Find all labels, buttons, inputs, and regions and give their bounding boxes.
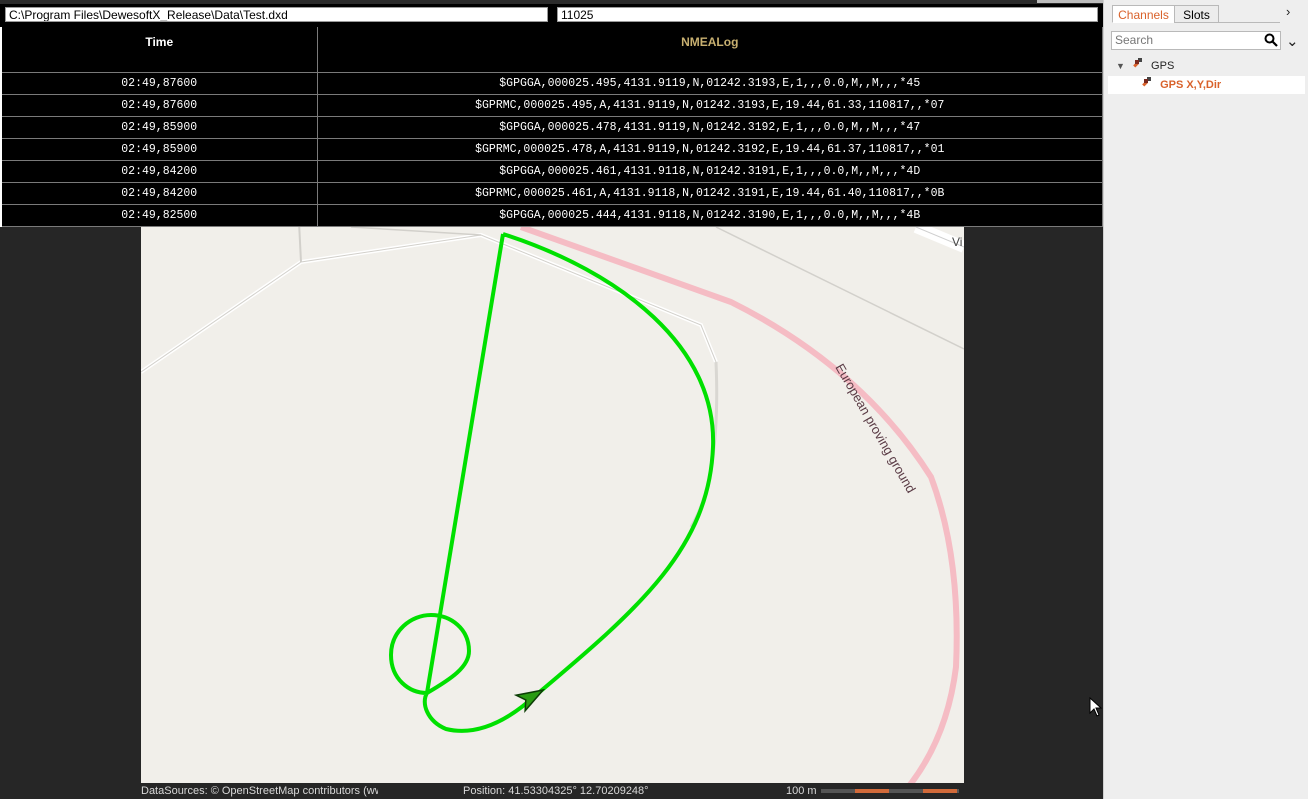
tree-item-label: GPS X,Y,Dir xyxy=(1160,79,1222,91)
table-row[interactable]: 02:49,84200 $GPRMC,000025.461,A,4131.9118… xyxy=(2,182,1103,205)
map-status-bar: DataSources: © OpenStreetMap contributor… xyxy=(141,783,964,799)
expand-right-icon[interactable]: › xyxy=(1286,4,1290,19)
value-field[interactable]: 11025 xyxy=(557,7,1098,22)
mouse-cursor-icon xyxy=(1089,697,1103,717)
chevron-down-icon[interactable]: ⌄ xyxy=(1286,32,1299,50)
table-row[interactable]: 02:49,82500 $GPGGA,000025.444,4131.9118,N… xyxy=(2,204,1103,227)
file-path-field[interactable]: C:\Program Files\DewesoftX_Release\Data\… xyxy=(5,7,548,22)
toolbar-edge xyxy=(0,0,1103,4)
table-row[interactable]: 02:49,87600 $GPGGA,000025.495,4131.9119,N… xyxy=(2,72,1103,95)
satellite-icon xyxy=(1141,76,1155,94)
search-placeholder: Search xyxy=(1115,33,1154,47)
nmea-cell: $GPGGA,000025.461,4131.9118,N,01242.3191… xyxy=(317,160,1103,183)
road-label: European proving ground xyxy=(832,361,918,496)
tab-slots[interactable]: Slots xyxy=(1174,5,1219,23)
map-canvas: European proving ground Vi xyxy=(141,227,964,799)
channel-selector-panel: Channels Slots › ⌄ Search ▼ GPS GPS X,Y,… xyxy=(1103,0,1308,799)
nmea-cell: $GPRMC,000025.495,A,4131.9119,N,01242.31… xyxy=(317,94,1103,117)
table-row[interactable]: 02:49,85900 $GPGGA,000025.478,4131.9119,N… xyxy=(2,116,1103,139)
time-cell: 02:49,85900 xyxy=(2,138,318,161)
nmea-cell: $GPGGA,000025.444,4131.9118,N,01242.3190… xyxy=(317,204,1103,227)
tree-item-gps-xy-dir[interactable]: GPS X,Y,Dir xyxy=(1108,76,1305,94)
time-cell: 02:49,84200 xyxy=(2,182,318,205)
nmea-cell: $GPRMC,000025.461,A,4131.9118,N,01242.31… xyxy=(317,182,1103,205)
position-readout: Position: 41.53304325° 12.70209248° xyxy=(463,785,649,797)
gps-map[interactable]: European proving ground Vi DataSources: … xyxy=(141,227,964,799)
time-cell: 02:49,87600 xyxy=(2,94,318,117)
collapse-triangle-icon[interactable]: ▼ xyxy=(1116,61,1125,71)
time-cell: 02:49,85900 xyxy=(2,116,318,139)
map-panel: European proving ground Vi DataSources: … xyxy=(0,227,1103,799)
nmea-cell: $GPGGA,000025.478,4131.9119,N,01242.3192… xyxy=(317,116,1103,139)
nmea-cell: $GPGGA,000025.495,4131.9119,N,01242.3193… xyxy=(317,72,1103,95)
top-toolbar: C:\Program Files\DewesoftX_Release\Data\… xyxy=(0,0,1103,27)
table-row[interactable]: 02:49,85900 $GPRMC,000025.478,A,4131.9119… xyxy=(2,138,1103,161)
nmea-log-table: Time NMEALog 02:49,87600 $GPGGA,000025.49… xyxy=(2,27,1103,227)
scale-segment xyxy=(923,789,957,793)
tree-group-label: GPS xyxy=(1151,60,1175,72)
toolbar-edge-highlight xyxy=(1037,0,1103,3)
search-input[interactable]: Search xyxy=(1111,31,1281,50)
nmea-cell: $GPRMC,000025.478,A,4131.9119,N,01242.31… xyxy=(317,138,1103,161)
time-cell: 02:49,82500 xyxy=(2,204,318,227)
satellite-icon xyxy=(1132,57,1146,74)
tree-group-gps[interactable]: ▼ GPS xyxy=(1116,57,1174,74)
time-cell: 02:49,84200 xyxy=(2,160,318,183)
corner-label: Vi xyxy=(952,235,962,249)
tab-channels[interactable]: Channels xyxy=(1112,5,1175,23)
scale-label: 100 m xyxy=(786,785,817,797)
time-column-header[interactable]: Time xyxy=(2,27,318,73)
time-cell: 02:49,87600 xyxy=(2,72,318,95)
table-row[interactable]: 02:49,87600 $GPRMC,000025.495,A,4131.9119… xyxy=(2,94,1103,117)
scale-bar xyxy=(821,789,959,793)
table-row[interactable]: 02:49,84200 $GPGGA,000025.461,4131.9118,N… xyxy=(2,160,1103,183)
scale-segment xyxy=(855,789,889,793)
nmealog-column-header[interactable]: NMEALog xyxy=(317,27,1103,73)
search-icon[interactable] xyxy=(1264,33,1278,47)
map-attribution: DataSources: © OpenStreetMap contributor… xyxy=(141,785,378,797)
